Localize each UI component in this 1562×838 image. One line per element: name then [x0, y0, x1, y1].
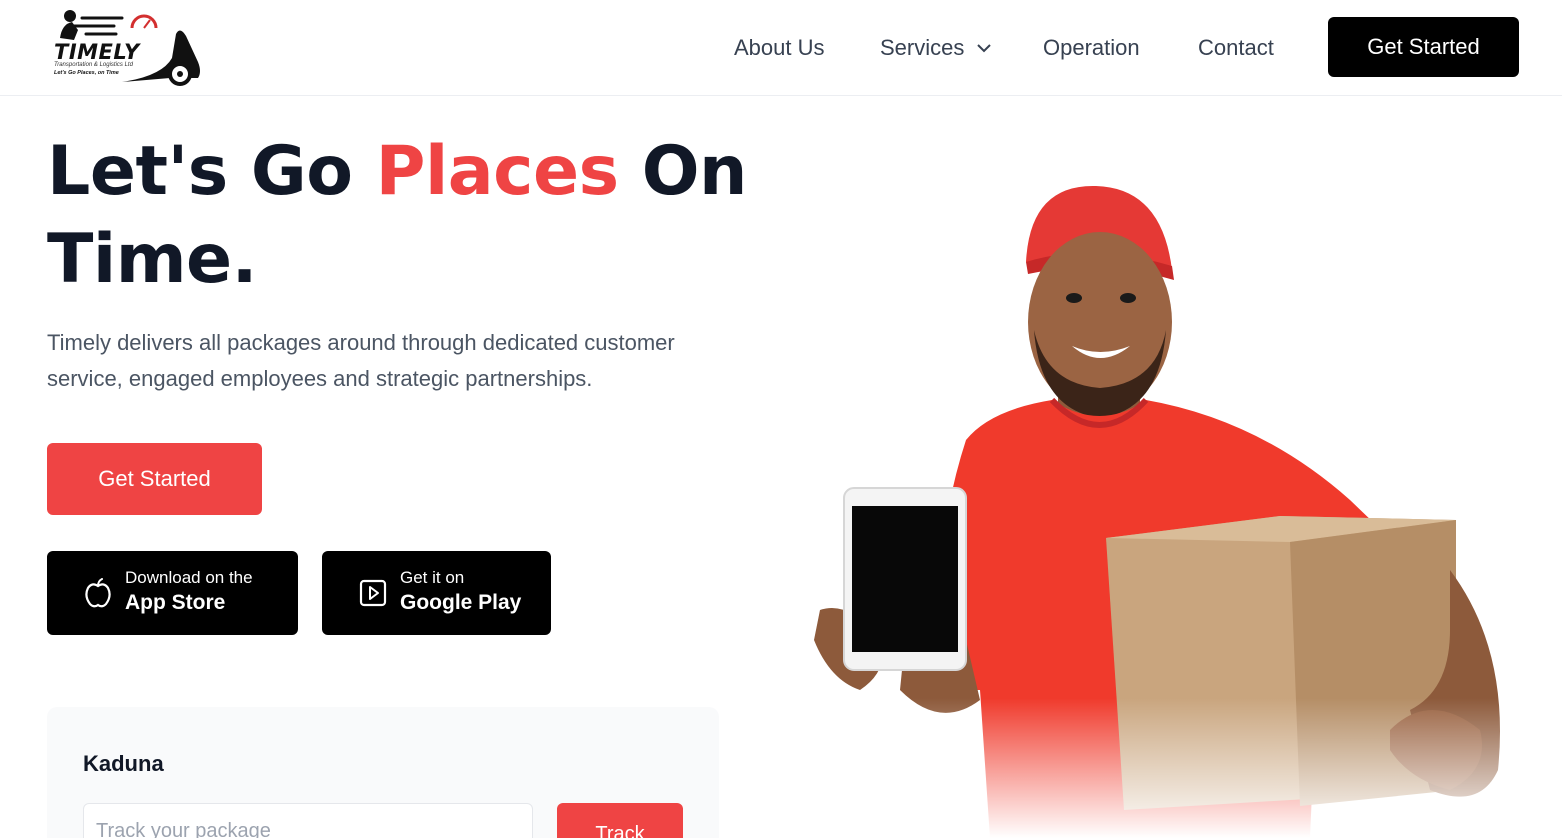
google-play-label: Google Play — [400, 591, 522, 614]
image-fade-overlay — [790, 698, 1530, 838]
nav-about-link[interactable]: About Us — [734, 0, 825, 96]
logo-tagline: Let's Go Places, on Time — [54, 70, 119, 76]
nav-operation-label: Operation — [1043, 35, 1140, 60]
nav-contact-link[interactable]: Contact — [1198, 0, 1274, 96]
app-store-label: App Store — [125, 591, 226, 614]
app-store-small-label: Download on the — [125, 568, 253, 587]
site-header: TIMELY Transportation & Logistics Ltd Le… — [0, 0, 1562, 96]
header-get-started-button[interactable]: Get Started — [1328, 17, 1519, 77]
track-button[interactable]: Track — [557, 803, 683, 838]
google-play-text: Get it on Google Play — [400, 568, 521, 618]
app-store-button[interactable]: Download on the App Store — [47, 551, 298, 635]
google-play-button[interactable]: Get it on Google Play — [322, 551, 551, 635]
nav-contact-label: Contact — [1198, 35, 1274, 60]
hero-title: Let's Go Places On Time. — [47, 128, 767, 304]
hero-delivery-person-image — [790, 170, 1530, 838]
google-play-small-label: Get it on — [400, 568, 465, 587]
nav-operation-link[interactable]: Operation — [1043, 0, 1140, 96]
tracking-card: Kaduna Track — [47, 707, 719, 838]
logo-wordmark: TIMELY — [54, 40, 140, 64]
tracking-city-label: Kaduna — [83, 751, 164, 776]
track-package-input[interactable] — [83, 803, 533, 838]
nav-services-label: Services — [880, 35, 965, 60]
app-store-text: Download on the App Store — [125, 568, 253, 618]
chevron-down-icon — [976, 33, 992, 59]
hero-get-started-button[interactable]: Get Started — [47, 443, 262, 515]
hero-title-part1: Let's Go — [47, 132, 376, 211]
hero-title-accent: Places — [375, 132, 619, 211]
apple-icon — [83, 578, 113, 608]
nav-about-label: About Us — [734, 35, 825, 60]
logo[interactable]: TIMELY Transportation & Logistics Ltd Le… — [52, 6, 202, 88]
play-icon — [358, 578, 388, 608]
nav-services-dropdown[interactable]: Services — [880, 0, 992, 96]
logo-subtitle: Transportation & Logistics Ltd — [54, 62, 133, 68]
hero-description: Timely delivers all packages around thro… — [47, 330, 675, 391]
